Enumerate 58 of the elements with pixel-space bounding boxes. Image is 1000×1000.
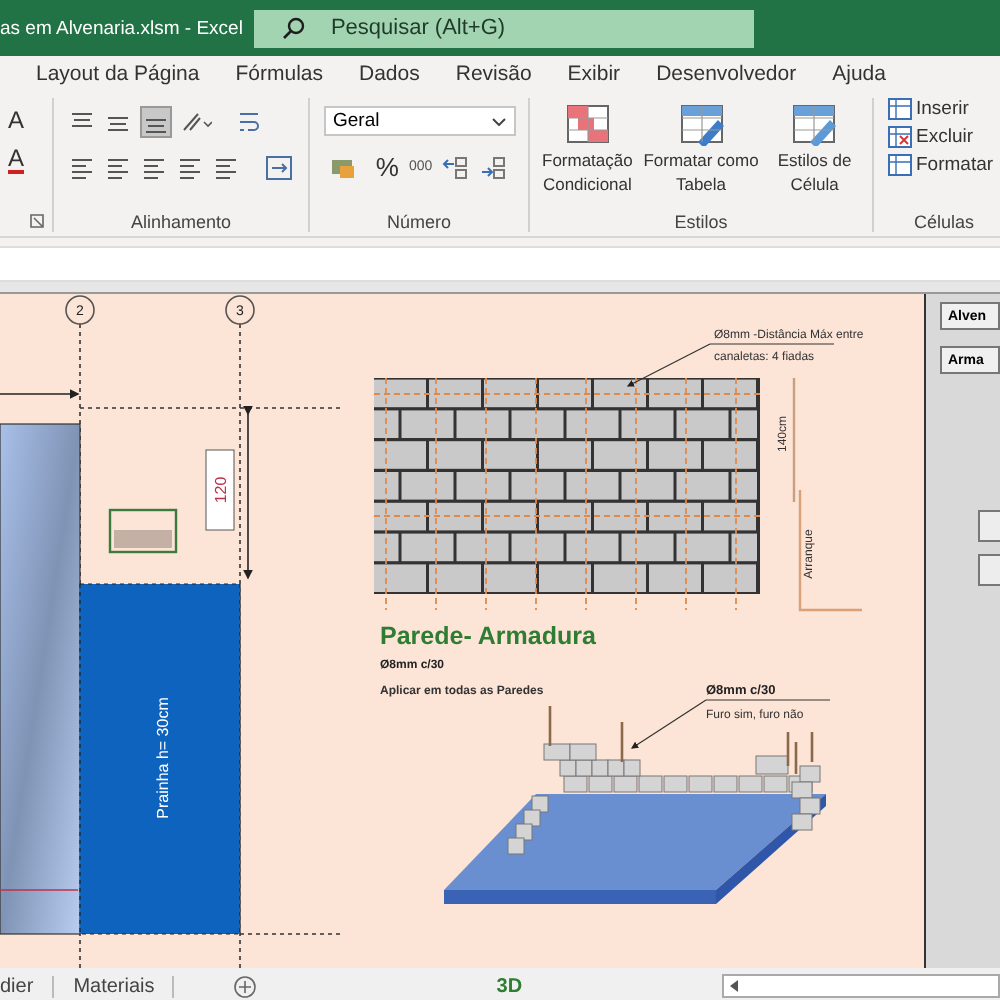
- font-color-button[interactable]: A: [8, 146, 25, 174]
- sheet-tab[interactable]: Materiais: [73, 975, 175, 997]
- group-label: Células: [913, 212, 974, 232]
- align-icon[interactable]: [175, 154, 203, 182]
- cells-button[interactable]: Inserir: [888, 98, 994, 120]
- ribbon-tab[interactable]: Exibir: [555, 61, 633, 85]
- number-format-dropdown[interactable]: Geral: [323, 106, 515, 136]
- ribbon-tab[interactable]: Layout da Página: [24, 61, 212, 85]
- section-title: Parede- Armadura: [380, 622, 596, 650]
- window-drawing: [108, 508, 178, 554]
- blank-button[interactable]: [978, 510, 1000, 542]
- blank-button[interactable]: [978, 554, 1000, 586]
- align-icon[interactable]: [67, 154, 95, 182]
- add-sheet-icon[interactable]: [234, 975, 257, 997]
- group-label: Número: [386, 212, 451, 232]
- cells-button[interactable]: Excluir: [888, 126, 994, 148]
- align-icon[interactable]: [211, 154, 239, 182]
- conditional-format-icon: [563, 102, 612, 146]
- percent-button[interactable]: %: [375, 152, 399, 182]
- style-button[interactable]: Estilos de Célula: [764, 102, 865, 196]
- table-brush-icon: [677, 102, 725, 146]
- cells-button[interactable]: Formatar: [888, 154, 994, 176]
- decrease-decimal-icon[interactable]: [480, 153, 509, 181]
- drawing-caption: 3D: [496, 975, 523, 997]
- search-icon: [282, 16, 307, 40]
- sheet-tab[interactable]: dier: [0, 975, 54, 997]
- table-grid-icon: [888, 126, 912, 148]
- table-brush-icon: [790, 102, 839, 146]
- horizontal-scrollbar[interactable]: [722, 974, 1000, 998]
- ribbon-tab[interactable]: Revisão: [443, 61, 544, 85]
- table-grid-icon: [888, 154, 912, 176]
- ribbon-tab[interactable]: Desenvolvedor: [644, 61, 809, 85]
- ribbon-tab[interactable]: Dados: [347, 61, 432, 85]
- align-icon[interactable]: [103, 154, 131, 182]
- align-icon[interactable]: [139, 154, 167, 182]
- ledge-label: Prainha h= 30cm: [154, 697, 172, 819]
- ribbon-tab[interactable]: Fórmulas: [223, 61, 335, 85]
- search-bar[interactable]: Pesquisar (Alt+G): [254, 9, 755, 47]
- dimension-arrow: [0, 389, 80, 399]
- table-grid-icon: [888, 98, 912, 120]
- dimension-label: 120: [212, 476, 230, 504]
- ribbon-tab[interactable]: Ajuda: [820, 61, 898, 85]
- caret-icon: [491, 117, 505, 125]
- style-button[interactable]: Formatar como Tabela: [641, 102, 761, 196]
- grow-font-button[interactable]: A: [8, 108, 25, 132]
- group-label: Estilos: [674, 212, 728, 232]
- group-label: Alinhamento: [130, 212, 232, 232]
- label-box: [205, 449, 235, 531]
- style-button[interactable]: Formatação Condicional: [537, 102, 638, 196]
- wrap-text-icon[interactable]: [235, 108, 263, 136]
- search-field[interactable]: Pesquisar (Alt+G): [326, 14, 735, 42]
- scroll-left-icon[interactable]: [730, 980, 741, 992]
- increase-decimal-icon[interactable]: [442, 153, 471, 181]
- orientation-icon[interactable]: [179, 108, 211, 136]
- window-title: as em Alvenaria.xlsm - Excel: [0, 17, 245, 39]
- merge-cells-icon[interactable]: [263, 154, 295, 182]
- align-icon[interactable]: [139, 106, 171, 138]
- dialog-launcher-icon[interactable]: [30, 214, 44, 228]
